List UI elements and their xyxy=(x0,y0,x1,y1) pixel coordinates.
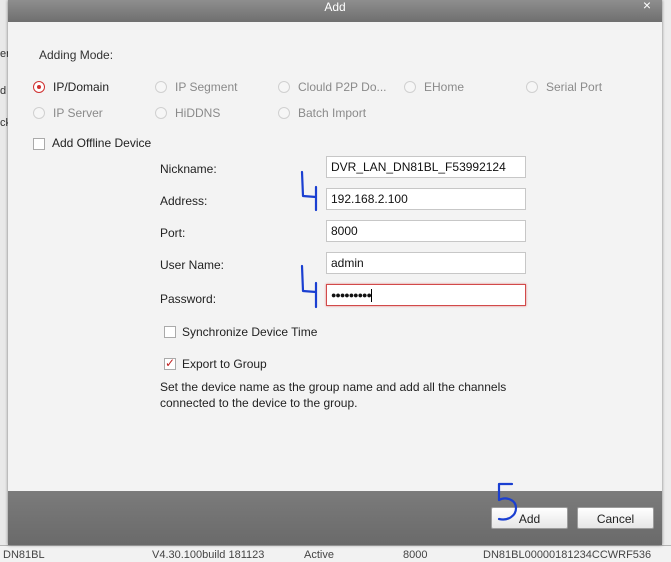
radio-icon[interactable] xyxy=(33,81,45,93)
mode-label: IP Segment xyxy=(175,80,238,94)
close-icon[interactable]: × xyxy=(639,0,655,13)
radio-icon[interactable] xyxy=(526,81,538,93)
address-label: Address: xyxy=(160,194,208,208)
radio-icon[interactable] xyxy=(278,81,290,93)
username-field[interactable]: admin xyxy=(326,252,526,274)
background-app-right-edge xyxy=(661,0,671,561)
nickname-label: Nickname: xyxy=(160,162,217,176)
add-offline-label: Add Offline Device xyxy=(52,136,152,150)
sync-time-checkbox[interactable] xyxy=(164,326,176,338)
nickname-value: DVR_LAN_DN81BL_F53992124 xyxy=(331,160,506,174)
mode-label: HiDDNS xyxy=(175,106,221,120)
mode-label: IP Server xyxy=(53,106,103,120)
mode-label: IP/Domain xyxy=(53,80,110,94)
dialog-footer: Add Cancel xyxy=(8,491,662,545)
add-button[interactable]: Add xyxy=(491,507,568,529)
port-field[interactable]: 8000 xyxy=(326,220,526,242)
add-device-dialog: Add × Adding Mode: IP/Domain IP Segment … xyxy=(8,0,662,545)
radio-icon[interactable] xyxy=(33,107,45,119)
address-value: 192.168.2.100 xyxy=(331,192,408,206)
radio-icon[interactable] xyxy=(155,107,167,119)
username-value: admin xyxy=(331,256,364,270)
export-group-description: Set the device name as the group name an… xyxy=(160,380,507,410)
bg-cell: V4.30.100build 181123 xyxy=(152,549,265,561)
sync-time-label: Synchronize Device Time xyxy=(182,325,318,339)
radio-icon[interactable] xyxy=(155,81,167,93)
port-label: Port: xyxy=(160,226,186,240)
adding-mode-label: Adding Mode: xyxy=(39,48,114,62)
address-field[interactable]: 192.168.2.100 xyxy=(326,188,526,210)
bg-cell: Active xyxy=(304,549,334,561)
port-value: 8000 xyxy=(331,224,358,238)
mode-label: Serial Port xyxy=(546,80,603,94)
password-value: ●●●●●●●●● xyxy=(331,290,372,300)
export-group-label: Export to Group xyxy=(182,357,267,371)
text-cursor xyxy=(370,289,372,303)
bg-cell: DN81BL xyxy=(3,549,45,561)
mode-label: Clould P2P Do... xyxy=(298,80,387,94)
bg-cell: DN81BL00000181234CCWRF536 xyxy=(483,549,652,561)
cancel-button[interactable]: Cancel xyxy=(577,507,654,529)
username-label: User Name: xyxy=(160,258,225,272)
add-offline-checkbox[interactable] xyxy=(33,138,45,150)
radio-icon[interactable] xyxy=(278,107,290,119)
password-label: Password: xyxy=(160,292,217,306)
export-group-checkbox[interactable] xyxy=(164,356,176,370)
dialog-title: Add xyxy=(324,0,346,14)
dialog-titlebar[interactable]: Add × xyxy=(8,0,662,22)
mode-label: EHome xyxy=(424,80,465,94)
bg-cell: 8000 xyxy=(403,549,428,561)
nickname-field[interactable]: DVR_LAN_DN81BL_F53992124 xyxy=(326,156,526,178)
password-field[interactable]: ●●●●●●●●● xyxy=(326,284,526,306)
radio-icon[interactable] xyxy=(404,81,416,93)
bg-fragment: d xyxy=(0,85,7,97)
background-device-row[interactable]: DN81BL V4.30.100build 181123 Active 8000… xyxy=(0,545,671,562)
dialog-body: Adding Mode: IP/Domain IP Segment Clould… xyxy=(8,22,662,491)
mode-label: Batch Import xyxy=(298,106,367,120)
